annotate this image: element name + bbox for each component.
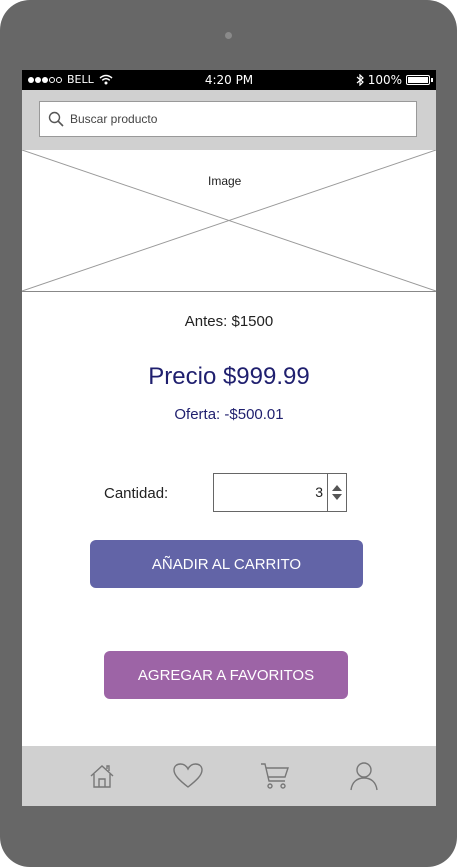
bluetooth-icon xyxy=(356,74,364,86)
quantity-label: Cantidad: xyxy=(104,485,169,502)
search-box[interactable] xyxy=(39,101,417,137)
increment-arrow-icon[interactable] xyxy=(332,485,342,491)
user-icon xyxy=(350,762,378,791)
search-icon xyxy=(48,111,64,127)
nav-home[interactable] xyxy=(87,761,117,791)
heart-icon xyxy=(173,763,203,788)
add-to-favorites-button[interactable]: AGREGAR A FAVORITOS xyxy=(104,651,348,699)
status-bar: BELL 4:20 PM 100% xyxy=(22,70,436,90)
nav-profile[interactable] xyxy=(349,761,379,791)
search-input[interactable] xyxy=(68,111,392,127)
nav-cart[interactable] xyxy=(260,761,290,791)
phone-frame: BELL 4:20 PM 100% Buscar producto Image … xyxy=(0,0,457,867)
battery-percent: 100% xyxy=(367,73,402,87)
home-icon xyxy=(90,765,114,788)
quantity-value[interactable]: 3 xyxy=(214,484,323,500)
decrement-arrow-icon[interactable] xyxy=(332,494,342,500)
cart-icon xyxy=(261,763,289,789)
status-bar-right: 100% xyxy=(356,73,433,87)
search-bar xyxy=(22,90,436,150)
original-price: Antes: $1500 xyxy=(184,313,274,330)
battery-icon xyxy=(406,75,433,85)
screen: BELL 4:20 PM 100% Buscar producto Image … xyxy=(22,70,436,806)
stepper-divider xyxy=(327,474,328,511)
discount-amount: Oferta: -$500.01 xyxy=(174,406,284,423)
add-to-cart-button[interactable]: AÑADIR AL CARRITO xyxy=(90,540,363,588)
nav-favorites[interactable] xyxy=(173,761,203,791)
quantity-stepper[interactable]: 3 xyxy=(213,473,347,512)
current-price: Precio $999.99 xyxy=(148,363,310,390)
camera-dot xyxy=(225,32,232,39)
image-label: Image xyxy=(204,174,246,188)
product-image: Image xyxy=(22,150,436,292)
bottom-nav xyxy=(22,746,436,806)
image-placeholder-lines xyxy=(22,150,436,292)
